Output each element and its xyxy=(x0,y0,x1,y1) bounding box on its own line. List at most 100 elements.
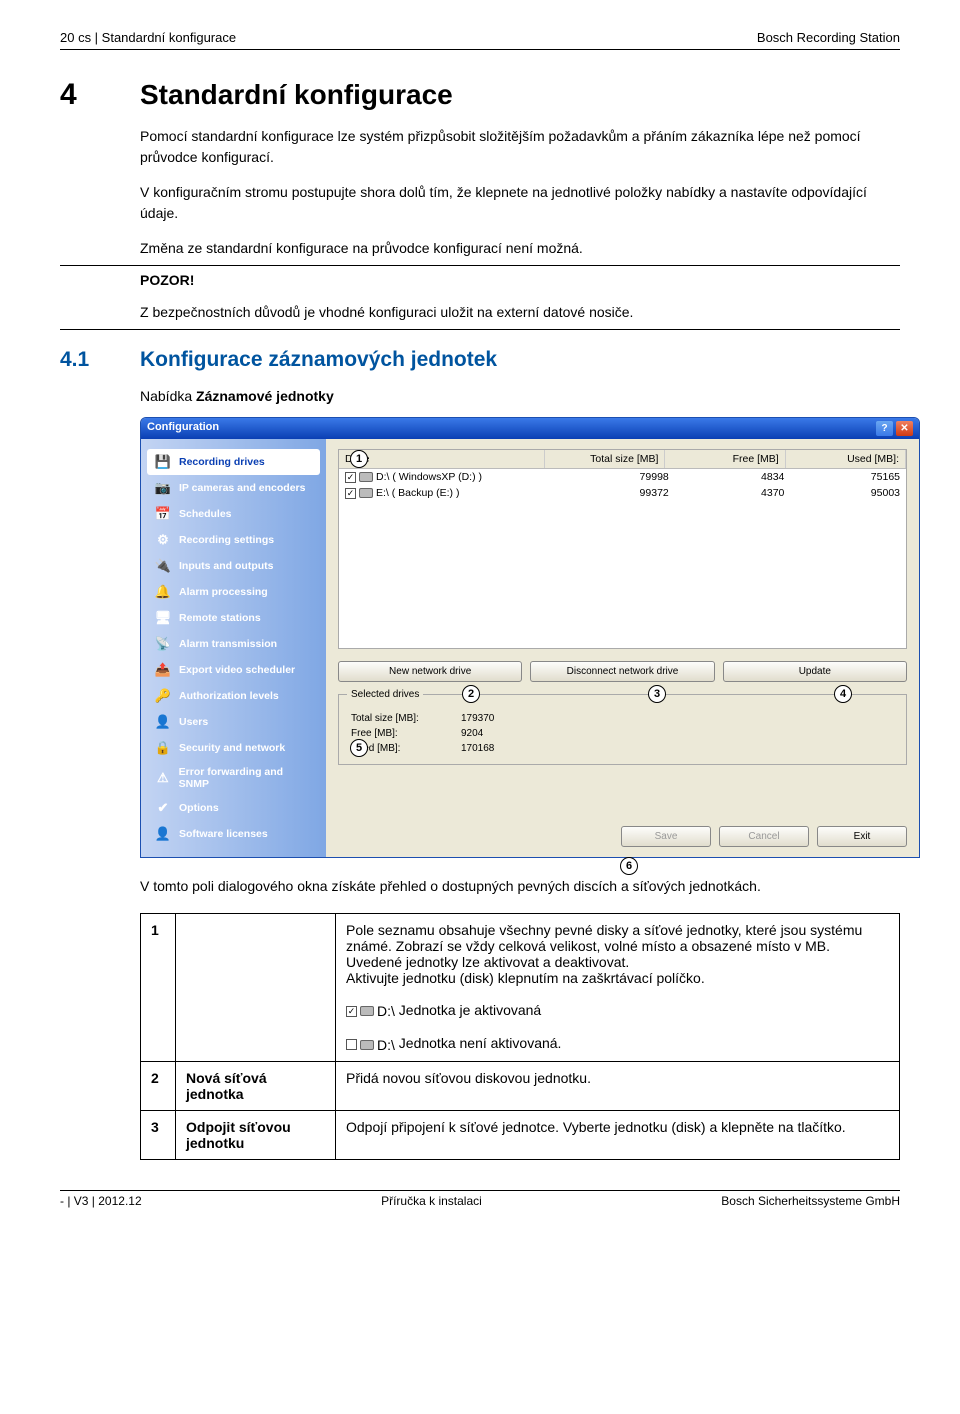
sidebar: 💾Recording drives 📷 IP cameras and encoder… xyxy=(141,439,326,857)
drive-total: 79998 xyxy=(553,471,669,483)
sidebar-item-icon: 👤 xyxy=(153,826,173,842)
sidebar-item-schedules[interactable]: 📅Schedules xyxy=(147,501,320,527)
callout-1: 1 xyxy=(350,450,368,468)
drive-row[interactable]: ✓E:\ ( Backup (E:) )99372437095003 xyxy=(339,485,906,501)
cancel-button[interactable]: Cancel xyxy=(719,826,809,847)
cell-label: Odpojit síťovou jednotku xyxy=(176,1110,336,1159)
unchecked-drive-icon: D:\ xyxy=(346,1037,395,1053)
selected-drives-panel: Selected drives Total size [MB]:179370 F… xyxy=(338,694,907,765)
page-header: 20 cs | Standardní konfigurace Bosch Rec… xyxy=(60,30,900,50)
cell-desc: Pole seznamu obsahuje všechny pevné disk… xyxy=(336,914,900,1062)
footer-left: - | V3 | 2012.12 xyxy=(60,1194,142,1208)
sidebar-item-label: Error forwarding and SNMP xyxy=(179,766,314,790)
sidebar-item-users[interactable]: 👤 Users xyxy=(147,709,320,735)
titlebar: Configuration ? ✕ xyxy=(141,418,919,439)
stat-used-value: 170168 xyxy=(461,743,494,754)
sidebar-item-recording-settings[interactable]: ⚙ Recording settings xyxy=(147,527,320,553)
sidebar-item-options[interactable]: ✔ Options xyxy=(147,795,320,821)
screenshot-wrap: 1 2 3 4 5 6 Configuration ? ✕ 💾Recording… xyxy=(140,417,900,858)
warning-text: Z bezpečnostních důvodů je vhodné konfig… xyxy=(140,302,900,323)
section-title: Standardní konfigurace xyxy=(140,79,453,111)
callout-4: 4 xyxy=(834,685,852,703)
sidebar-item-label: Authorization levels xyxy=(179,690,279,702)
subsection-title: Konfigurace záznamových jednotek xyxy=(140,348,497,372)
sidebar-item-label: Users xyxy=(179,716,208,728)
sidebar-item-icon: ⚙ xyxy=(153,532,173,548)
footer-mid: Příručka k instalaci xyxy=(381,1194,482,1208)
sidebar-item-remote-stations[interactable]: 🖥Remote stations xyxy=(147,605,320,631)
selected-title: Selected drives xyxy=(347,689,423,700)
new-network-drive-button[interactable]: New network drive xyxy=(338,661,522,682)
drive-name: D:\ ( WindowsXP (D:) ) xyxy=(376,471,482,483)
stat-free-label: Free [MB]: xyxy=(351,728,461,739)
sidebar-item-label: Alarm transmission xyxy=(179,638,277,650)
description-table: 1 Pole seznamu obsahuje všechny pevné di… xyxy=(140,913,900,1160)
footer-right: Bosch Sicherheitssysteme GmbH xyxy=(721,1194,900,1208)
drive-checkbox[interactable]: ✓ xyxy=(345,488,356,499)
sidebar-item-error-forwarding-and-snmp[interactable]: ⚠Error forwarding and SNMP xyxy=(147,761,320,795)
sidebar-item-icon: 📅 xyxy=(153,506,173,522)
cell-desc: Odpojí připojení k síťové jednotce. Vybe… xyxy=(336,1110,900,1159)
col-free: Free [MB] xyxy=(665,450,785,468)
sidebar-item-icon: 🖥 xyxy=(153,610,173,626)
cell-num: 2 xyxy=(141,1061,176,1110)
cell-label xyxy=(176,914,336,1062)
sidebar-item-alarm-processing[interactable]: 🔔 Alarm processing xyxy=(147,579,320,605)
drive-header: Drive Total size [MB] Free [MB] Used [MB… xyxy=(339,450,906,469)
para-3: Změna ze standardní konfigurace na průvo… xyxy=(140,238,900,259)
sidebar-item-alarm-transmission[interactable]: 📡Alarm transmission xyxy=(147,631,320,657)
sidebar-item-icon: 🔑 xyxy=(153,688,173,704)
sidebar-item-label: Software licenses xyxy=(179,828,268,840)
table-row: 2 Nová síťová jednotka Přidá novou síťov… xyxy=(141,1061,900,1110)
drive-list[interactable]: Drive Total size [MB] Free [MB] Used [MB… xyxy=(338,449,907,649)
callout-2: 2 xyxy=(462,685,480,703)
main-panel: Drive Total size [MB] Free [MB] Used [MB… xyxy=(326,439,919,857)
sidebar-item-icon: 🔔 xyxy=(153,584,173,600)
stat-total-value: 179370 xyxy=(461,713,494,724)
update-button[interactable]: Update xyxy=(723,661,907,682)
col-used: Used [MB]: xyxy=(786,450,906,468)
help-button[interactable]: ? xyxy=(876,421,893,436)
callout-5: 5 xyxy=(350,739,368,757)
exit-button[interactable]: Exit xyxy=(817,826,907,847)
cell-num: 1 xyxy=(141,914,176,1062)
subsection-heading: 4.1 Konfigurace záznamových jednotek xyxy=(60,348,900,372)
sidebar-item-export-video-scheduler[interactable]: 📤Export video scheduler xyxy=(147,657,320,683)
sidebar-item-label: Recording drives xyxy=(179,456,265,468)
page-footer: - | V3 | 2012.12 Příručka k instalaci Bo… xyxy=(60,1190,900,1208)
drive-free: 4370 xyxy=(669,487,785,499)
drive-checkbox[interactable]: ✓ xyxy=(345,472,356,483)
drive-icon xyxy=(359,488,373,498)
after-screenshot-text: V tomto poli dialogového okna získáte př… xyxy=(140,876,900,897)
table-row: 1 Pole seznamu obsahuje všechny pevné di… xyxy=(141,914,900,1062)
cell-num: 3 xyxy=(141,1110,176,1159)
drive-free: 4834 xyxy=(669,471,785,483)
sidebar-item-icon: 🔌 xyxy=(153,558,173,574)
disconnect-drive-button[interactable]: Disconnect network drive xyxy=(530,661,714,682)
sidebar-item-software-licenses[interactable]: 👤 Software licenses xyxy=(147,821,320,847)
sidebar-item-icon: 👤 xyxy=(153,714,173,730)
sidebar-item-icon: ✔ xyxy=(153,800,173,816)
sidebar-item-inputs-and-outputs[interactable]: 🔌 Inputs and outputs xyxy=(147,553,320,579)
drive-total: 99372 xyxy=(553,487,669,499)
sidebar-item-label: Security and network xyxy=(179,742,285,754)
header-left: 20 cs | Standardní konfigurace xyxy=(60,30,236,45)
divider xyxy=(60,265,900,266)
save-button[interactable]: Save xyxy=(621,826,711,847)
sidebar-item-label: IP cameras and encoders xyxy=(179,482,305,494)
sidebar-item-icon: 📷 xyxy=(153,480,173,496)
sidebar-item-label: Options xyxy=(179,802,219,814)
subsection-number: 4.1 xyxy=(60,348,140,372)
sidebar-item-label: Alarm processing xyxy=(179,586,268,598)
sidebar-item-recording-drives[interactable]: 💾Recording drives xyxy=(147,449,320,475)
close-button[interactable]: ✕ xyxy=(896,421,913,436)
warning-title: POZOR! xyxy=(140,272,900,288)
drive-row[interactable]: ✓D:\ ( WindowsXP (D:) )79998483475165 xyxy=(339,469,906,485)
sidebar-item-ip-cameras-and-encoders[interactable]: 📷 IP cameras and encoders xyxy=(147,475,320,501)
sub-intro: Nabídka Nabídka Záznamové jednotkyZáznam… xyxy=(140,386,900,407)
para-1: Pomocí standardní konfigurace lze systém… xyxy=(140,126,900,168)
sidebar-item-label: Inputs and outputs xyxy=(179,560,274,572)
sidebar-item-security-and-network[interactable]: 🔒Security and network xyxy=(147,735,320,761)
sidebar-item-label: Recording settings xyxy=(179,534,274,546)
sidebar-item-authorization-levels[interactable]: 🔑 Authorization levels xyxy=(147,683,320,709)
